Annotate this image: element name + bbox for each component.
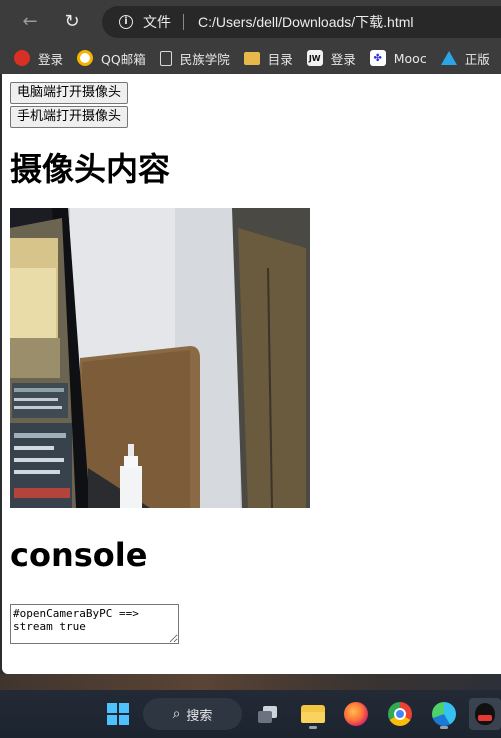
bookmark-mooc[interactable]: ✤ Mooc: [369, 50, 427, 66]
back-arrow-icon: ←: [22, 10, 38, 32]
firefox-button[interactable]: [340, 698, 372, 730]
chrome-icon: [388, 702, 412, 726]
qq-mail-icon: [77, 50, 94, 66]
qq-button[interactable]: [469, 698, 501, 730]
bookmark-qq-mail[interactable]: QQ邮箱: [77, 49, 146, 68]
console-output[interactable]: #openCameraByPC ==> stream true: [10, 604, 179, 644]
bookmark-label: 登录: [38, 51, 64, 67]
site-info-label: 文件: [143, 15, 171, 31]
task-view-button[interactable]: [252, 698, 284, 730]
taskbar-search[interactable]: ⌕ 搜索: [143, 698, 242, 730]
page-content: 电脑端打开摄像头 手机端打开摄像头 摄像头内容 console #openCam…: [2, 74, 501, 644]
edge-button[interactable]: [428, 698, 460, 730]
file-explorer-button[interactable]: [297, 698, 329, 730]
bookmark-label: 目录: [267, 51, 293, 67]
info-icon[interactable]: i: [119, 15, 133, 29]
reload-icon: ↻: [64, 10, 80, 32]
bookmark-minzu[interactable]: 民族学院: [159, 49, 230, 68]
start-button[interactable]: [102, 698, 134, 730]
folder-icon: [243, 51, 260, 65]
address-separator: [183, 14, 184, 30]
bookmark-login[interactable]: 登录: [14, 49, 63, 68]
open-camera-mobile-button[interactable]: 手机端打开摄像头: [10, 106, 129, 128]
camera-video: [10, 208, 310, 508]
taskbar: ⌕ 搜索: [0, 690, 501, 738]
bookmark-label: 民族学院: [179, 51, 230, 67]
open-camera-pc-button[interactable]: 电脑端打开摄像头: [10, 82, 129, 104]
bookmark-label: 登录: [330, 51, 356, 67]
page-viewport: 电脑端打开摄像头 手机端打开摄像头 摄像头内容 console #openCam…: [2, 74, 501, 674]
bookmark-label: 正版: [464, 51, 490, 67]
triangle-icon: [440, 51, 457, 65]
jw-icon: JW: [306, 50, 323, 66]
search-label: 搜索: [186, 708, 213, 724]
edge-icon: [432, 702, 456, 726]
camera-heading: 摄像头内容: [10, 150, 171, 188]
console-heading: console: [10, 536, 148, 574]
address-bar[interactable]: i 文件 C:/Users/dell/Downloads/下载.html: [102, 6, 501, 38]
red-circle-icon: [14, 50, 30, 66]
search-icon: ⌕: [172, 706, 181, 722]
bookmarks-bar: 登录 QQ邮箱 民族学院 目录 JW 登录 ✤ Mooc 正版: [0, 42, 501, 74]
camera-frame-image: [10, 208, 310, 508]
browser-toolbar: ← ↻ i 文件 C:/Users/dell/Downloads/下载.html: [0, 0, 501, 42]
bookmark-login-jw[interactable]: JW 登录: [306, 49, 356, 68]
desktop-wallpaper: [0, 674, 501, 690]
back-button[interactable]: ←: [14, 5, 46, 37]
url-text[interactable]: C:/Users/dell/Downloads/下载.html: [198, 12, 414, 32]
reload-button[interactable]: ↻: [56, 5, 88, 37]
bookmark-label: Mooc: [393, 50, 427, 66]
bookmark-label: QQ邮箱: [101, 51, 146, 67]
page-icon: [159, 50, 172, 66]
folder-icon: [301, 705, 325, 723]
windows-logo-icon: [107, 703, 129, 725]
firefox-icon: [344, 702, 368, 726]
chrome-button[interactable]: [384, 698, 416, 730]
qq-penguin-icon: [475, 703, 495, 725]
bookmark-folder-mulu[interactable]: 目录: [243, 49, 293, 68]
bookmark-zhengban[interactable]: 正版: [440, 49, 490, 68]
baidu-paw-icon: ✤: [369, 50, 386, 66]
